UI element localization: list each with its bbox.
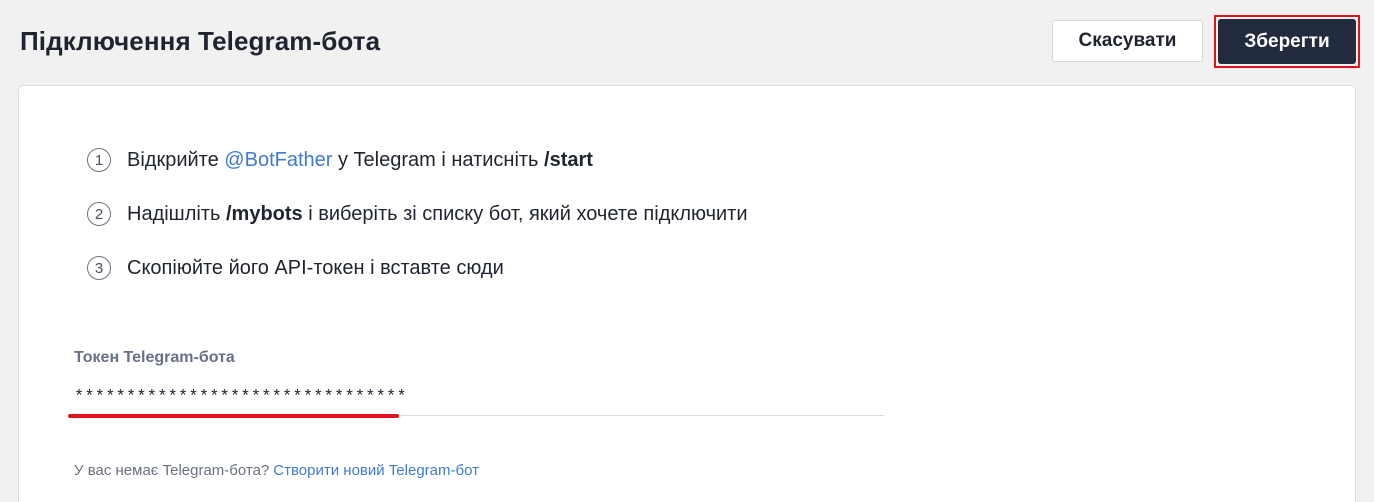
step-text-middle: у Telegram і натисніть <box>332 148 545 171</box>
step-text-after: і виберіть зі списку бот, який хочете пі… <box>302 202 748 225</box>
cancel-button[interactable]: Скасувати <box>1052 20 1203 62</box>
step-text: Надішліть /mybots і виберіть зі списку б… <box>127 203 748 226</box>
header: Підключення Telegram-бота Скасувати Збер… <box>0 0 1374 84</box>
settings-card: 1 Відкрийте @BotFather у Telegram і нати… <box>18 85 1356 502</box>
page: Підключення Telegram-бота Скасувати Збер… <box>0 0 1374 502</box>
step-number: 1 <box>87 148 111 172</box>
save-button[interactable]: Зберегти <box>1218 19 1356 64</box>
step-item: 1 Відкрийте @BotFather у Telegram і нати… <box>87 146 748 174</box>
step-item: 2 Надішліть /mybots і виберіть зі списку… <box>87 200 748 228</box>
footer-question: У вас немає Telegram-бота? <box>74 462 270 479</box>
create-bot-link[interactable]: Створити новий Telegram-бот <box>273 462 479 479</box>
token-input[interactable] <box>74 380 884 416</box>
page-title: Підключення Telegram-бота <box>20 26 381 56</box>
instruction-steps: 1 Відкрийте @BotFather у Telegram і нати… <box>87 146 748 308</box>
mybots-command: /mybots <box>225 202 303 225</box>
step-text: Скопіюйте його API-токен і вставте сюди <box>127 256 504 279</box>
step-text-before: Надішліть <box>127 202 226 225</box>
token-field-label: Токен Telegram-бота <box>74 349 235 366</box>
botfather-link[interactable]: @BotFather <box>224 149 332 171</box>
step-text-before: Відкрийте <box>127 148 225 171</box>
token-highlight-underline <box>68 414 399 418</box>
step-number: 3 <box>87 256 111 280</box>
step-number: 2 <box>87 202 111 226</box>
footer-note: У вас немає Telegram-бота? Створити новий… <box>74 462 479 479</box>
start-command: /start <box>544 148 593 171</box>
step-text: Відкрийте @BotFather у Telegram і натисн… <box>127 149 593 172</box>
step-item: 3 Скопіюйте його API-токен і вставте сюд… <box>87 254 748 282</box>
